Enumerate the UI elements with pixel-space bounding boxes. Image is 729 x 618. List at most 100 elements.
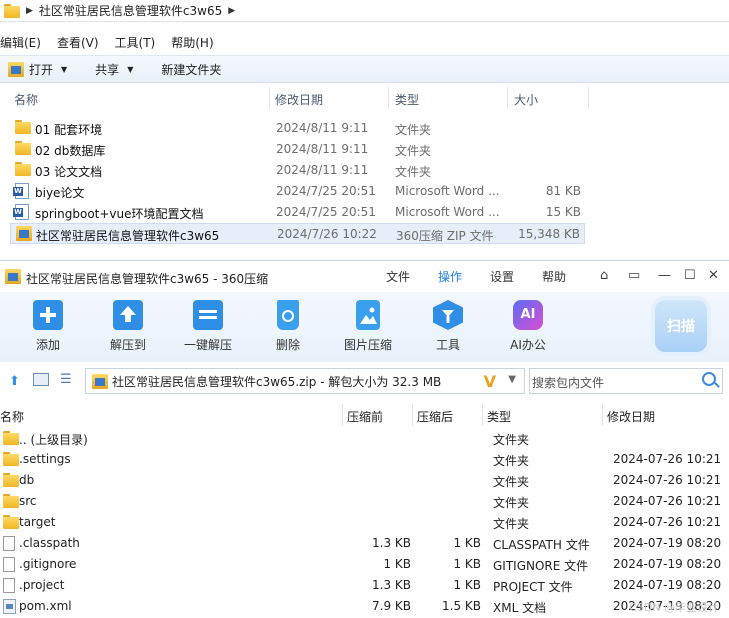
menu-tools[interactable]: 工具(T) bbox=[115, 34, 156, 51]
column-header-type[interactable]: 类型 bbox=[487, 408, 511, 425]
file-list-row[interactable]: 02 db数据库 2024/8/11 9:11 文件夹 bbox=[10, 139, 585, 160]
close-icon[interactable]: ✕ bbox=[708, 268, 719, 283]
image-compress-button[interactable]: 图片压缩 bbox=[338, 300, 398, 353]
folder-icon bbox=[3, 473, 19, 487]
file-size: 81 KB bbox=[545, 184, 581, 198]
archive-list-row[interactable]: target 文件夹 2024-07-26 10:21 bbox=[0, 512, 729, 533]
column-header-date[interactable]: 修改日期 bbox=[607, 408, 655, 425]
entry-name: .classpath bbox=[19, 536, 80, 550]
file-list-row[interactable]: 03 论文文档 2024/8/11 9:11 文件夹 bbox=[10, 160, 585, 181]
column-header-after[interactable]: 压缩后 bbox=[417, 408, 453, 425]
folder-icon bbox=[3, 494, 19, 508]
archive-list-row[interactable]: pom.xml 7.9 KB 1.5 KB XML 文档 2024-07-19 08:2… bbox=[0, 596, 729, 617]
entry-date: 2024-07-26 10:21 bbox=[613, 494, 722, 508]
explorer-address-bar[interactable]: ▶ 社区常驻居民信息管理软件c3w65 ▶ bbox=[0, 0, 729, 22]
menu-help[interactable]: 帮助(H) bbox=[171, 34, 213, 51]
tools-button[interactable]: 工具 bbox=[418, 300, 478, 353]
entry-type: 文件夹 bbox=[493, 496, 530, 510]
file-list-row[interactable]: biye论文 2024/7/25 20:51 Microsoft Word ... 8… bbox=[10, 181, 585, 202]
folder-icon bbox=[3, 515, 19, 529]
zip-path-text: 社区常驻居民信息管理软件c3w65.zip - 解包大小为 32.3 MB bbox=[112, 374, 442, 389]
column-header-date[interactable]: 修改日期 bbox=[275, 91, 323, 108]
tools-label: 工具 bbox=[435, 338, 460, 352]
column-divider[interactable] bbox=[507, 87, 508, 109]
archive-list-row[interactable]: .classpath 1.3 KB 1 KB CLASSPATH 文件 2024-07-… bbox=[0, 533, 729, 554]
breadcrumb[interactable]: 社区常驻居民信息管理软件c3w65 bbox=[39, 2, 222, 19]
ai-office-label: AI办公 bbox=[510, 338, 546, 352]
file-list-row[interactable]: springboot+vue环境配置文档 2024/7/25 20:51 Micro… bbox=[10, 202, 585, 223]
column-divider[interactable] bbox=[342, 404, 343, 426]
ai-office-button[interactable]: AI AI办公 bbox=[498, 300, 558, 353]
column-divider[interactable] bbox=[482, 404, 483, 426]
entry-size-after: 1 KB bbox=[453, 578, 481, 592]
entry-date: 2024-07-26 10:21 bbox=[613, 452, 722, 466]
ai-office-icon: AI bbox=[513, 300, 543, 330]
file-list-row[interactable]: 01 配套环境 2024/8/11 9:11 文件夹 bbox=[10, 118, 585, 139]
tab-settings[interactable]: 设置 bbox=[490, 268, 514, 285]
up-arrow-icon[interactable]: ⬆ bbox=[9, 374, 20, 389]
column-header-size[interactable]: 大小 bbox=[514, 91, 538, 108]
archive-list-row[interactable]: db 文件夹 2024-07-26 10:21 bbox=[0, 470, 729, 491]
column-header-name[interactable]: 名称 bbox=[14, 91, 38, 108]
archive-list-row[interactable]: .project 1.3 KB 1 KB PROJECT 文件 2024-07-19 0… bbox=[0, 575, 729, 596]
new-folder-label: 新建文件夹 bbox=[161, 62, 222, 77]
archive-list-row[interactable]: .. (上级目录) 文件夹 bbox=[0, 428, 729, 449]
extract-to-button[interactable]: 解压到 bbox=[98, 300, 158, 353]
entry-name: .settings bbox=[19, 452, 71, 466]
open-button[interactable]: 打开 ▼ bbox=[8, 61, 67, 78]
column-divider[interactable] bbox=[412, 404, 413, 426]
maximize-icon[interactable]: ☐ bbox=[684, 268, 696, 283]
column-divider[interactable] bbox=[269, 87, 270, 109]
one-click-extract-button[interactable]: 一键解压 bbox=[178, 300, 238, 353]
file-type: 360压缩 ZIP 文件 bbox=[396, 229, 494, 243]
archive-list-row[interactable]: .settings 文件夹 2024-07-26 10:21 bbox=[0, 449, 729, 470]
file-type: Microsoft Word ... bbox=[395, 205, 500, 219]
chevron-right-icon[interactable]: ▶ bbox=[228, 6, 235, 16]
add-button[interactable]: 添加 bbox=[18, 300, 78, 353]
delete-button[interactable]: 删除 bbox=[258, 300, 318, 353]
archive-list-row[interactable]: .gitignore 1 KB 1 KB GITIGNORE 文件 2024-07-19… bbox=[0, 554, 729, 575]
home-icon[interactable]: ⌂ bbox=[600, 268, 608, 283]
file-list-row[interactable]: 社区常驻居民信息管理软件c3w65 2024/7/26 10:22 360压缩 ZI… bbox=[10, 223, 585, 244]
zip-icon bbox=[8, 61, 24, 77]
zip-path-field[interactable]: 社区常驻居民信息管理软件c3w65.zip - 解包大小为 32.3 MB V … bbox=[85, 368, 525, 394]
entry-date: 2024-07-19 08:20 bbox=[613, 536, 722, 550]
new-folder-button[interactable]: 新建文件夹 bbox=[161, 61, 221, 78]
file-name: 社区常驻居民信息管理软件c3w65 bbox=[36, 229, 220, 243]
feedback-icon[interactable]: ▭ bbox=[628, 268, 640, 283]
column-header-name[interactable]: 名称 bbox=[0, 408, 24, 425]
scan-button[interactable]: 扫描 bbox=[655, 300, 707, 352]
file-name: 03 论文文档 bbox=[35, 165, 103, 179]
column-divider[interactable] bbox=[588, 87, 589, 109]
folder-icon bbox=[3, 452, 19, 466]
menu-edit[interactable]: 编辑(E) bbox=[0, 34, 41, 51]
entry-type: 文件夹 bbox=[493, 433, 530, 447]
search-icon[interactable] bbox=[702, 372, 716, 386]
chevron-down-icon[interactable]: ▼ bbox=[508, 374, 516, 385]
column-header-type[interactable]: 类型 bbox=[395, 91, 419, 108]
list-view-icon[interactable]: ☰ bbox=[60, 372, 72, 387]
column-divider[interactable] bbox=[388, 87, 389, 109]
archive-list-row[interactable]: src 文件夹 2024-07-26 10:21 bbox=[0, 491, 729, 512]
tools-icon bbox=[433, 300, 463, 330]
tab-help[interactable]: 帮助 bbox=[542, 268, 566, 285]
chevron-down-icon: ▼ bbox=[127, 64, 134, 74]
tab-operate[interactable]: 操作 bbox=[438, 268, 462, 285]
zip-search-input[interactable]: 搜索包内文件 bbox=[529, 368, 723, 394]
chevron-right-icon[interactable]: ▶ bbox=[26, 6, 33, 16]
menu-view[interactable]: 查看(V) bbox=[57, 34, 99, 51]
column-header-before[interactable]: 压缩前 bbox=[347, 408, 383, 425]
entry-type: GITIGNORE 文件 bbox=[493, 559, 589, 573]
share-button[interactable]: 共享 ▼ bbox=[95, 61, 133, 78]
folder-icon bbox=[15, 120, 31, 134]
add-label: 添加 bbox=[35, 338, 60, 352]
tab-file[interactable]: 文件 bbox=[386, 268, 410, 285]
column-divider[interactable] bbox=[602, 404, 603, 426]
file-size: 15,348 KB bbox=[518, 227, 580, 241]
minimize-icon[interactable]: — bbox=[658, 268, 671, 283]
zip-app-icon bbox=[5, 269, 21, 284]
entry-type: XML 文档 bbox=[493, 601, 547, 615]
thumbnail-view-icon[interactable] bbox=[33, 373, 49, 386]
file-name: biye论文 bbox=[35, 186, 85, 200]
explorer-toolbar: 打开 ▼ 共享 ▼ 新建文件夹 bbox=[0, 55, 729, 83]
